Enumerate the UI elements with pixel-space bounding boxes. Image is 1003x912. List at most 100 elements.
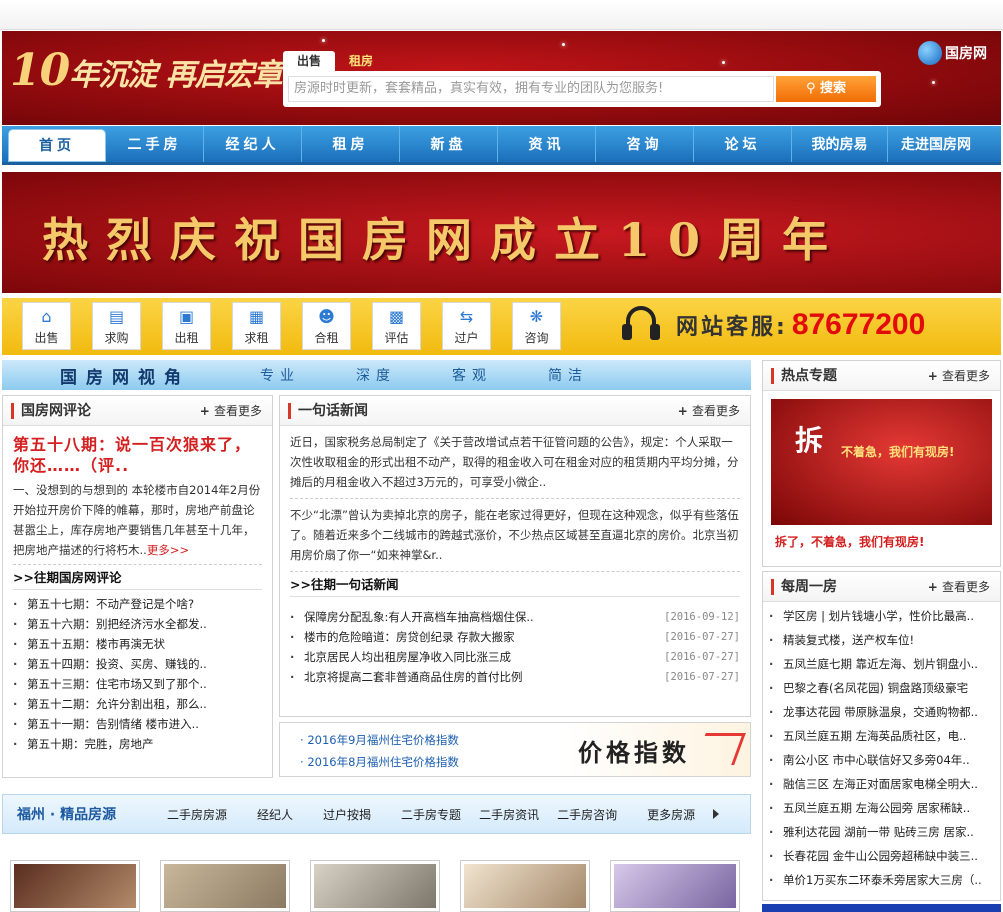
hot-topic-caption[interactable]: 拆了，不着急，我们有现房! [775, 533, 988, 550]
divider [290, 498, 740, 499]
list-item[interactable]: 学区房 | 划片钱塘小学，性价比最高.. [769, 604, 994, 628]
commentary-more-link[interactable]: 查看更多 [200, 402, 262, 419]
search-tab-sale[interactable]: 出售 [283, 51, 336, 71]
quick-transfer[interactable]: ⇆ 过户 [442, 302, 491, 350]
list-item[interactable]: 长春花园 金牛山公园旁超稀缺中装三.. [769, 844, 994, 868]
list-item[interactable]: 第五十期：完胜，房地产 [13, 734, 262, 754]
service-number: 87677200 [791, 308, 926, 341]
nav-my-house[interactable]: 我的房易 [792, 126, 888, 162]
fuzhou-link[interactable]: 二手房房源 [167, 806, 227, 823]
fuzhou-link[interactable]: 二手房资讯 [479, 806, 539, 823]
people-icon: ☻ [318, 307, 335, 326]
perspective-tag: 专业 [260, 368, 300, 384]
list-item[interactable]: 北京将提高二套非普通商品住房的首付比例[2016-07-27] [290, 667, 740, 687]
list-item[interactable]: 融信三区 左海正对面居家电梯全明大.. [769, 772, 994, 796]
nav-consult[interactable]: 咨询 [596, 126, 694, 162]
commentary-feature-title[interactable]: 第五十八期：说一百次狼来了，你还……（评.. [13, 434, 262, 476]
rent-out-icon: ▣ [178, 307, 195, 326]
list-item[interactable]: 第五十六期：别把经济污水全都发.. [13, 614, 262, 634]
quick-rent-out[interactable]: ▣ 出租 [162, 302, 211, 350]
slogan-text: 年沉淀 再启宏章 [69, 58, 282, 93]
price-index-box: 2016年9月福州住宅价格指数 2016年8月福州住宅价格指数 价格指数 [279, 722, 751, 777]
quick-evaluate[interactable]: ▩ 评估 [372, 302, 421, 350]
list-item[interactable]: 第五十五期：楼市再演无状 [13, 634, 262, 654]
quick-label: 合租 [314, 331, 339, 345]
quick-label: 咨询 [524, 331, 549, 345]
customer-service: 网站客服: 87677200 [620, 300, 925, 350]
news-past-list: 保障房分配乱象:有人开高档车抽高档烟住保..[2016-09-12] 楼市的危险… [290, 607, 740, 687]
list-item[interactable]: 五凤兰庭五期 左海公园旁 居家稀缺.. [769, 796, 994, 820]
list-item[interactable]: 巴黎之春(名凤花园) 铜盘路顶级豪宅 [769, 676, 994, 700]
list-item[interactable]: 五凤兰庭五期 左海英品质社区，电.. [769, 724, 994, 748]
news-more-link[interactable]: 查看更多 [678, 402, 740, 419]
listing-thumb[interactable] [10, 860, 140, 912]
list-item[interactable]: 单价1万买东二环泰禾旁居家大三房（.. [769, 868, 994, 892]
list-item[interactable]: 保障房分配乱象:有人开高档车抽高档烟住保..[2016-09-12] [290, 607, 740, 627]
list-item[interactable]: 雅利达花园 湖前一带 贴砖三房 居家.. [769, 820, 994, 844]
listing-thumb[interactable] [460, 860, 590, 912]
quick-label: 评估 [384, 331, 409, 345]
fuzhou-link[interactable]: 过户按揭 [323, 806, 371, 823]
quick-sell[interactable]: ⌂ 出售 [22, 302, 71, 350]
list-item[interactable]: 北京居民人均出租房屋净收入同比涨三成[2016-07-27] [290, 647, 740, 667]
anniversary-slogan: 10年沉淀 再启宏章 [10, 45, 283, 96]
anniversary-banner[interactable]: 热烈庆祝国房网成立10周年 [2, 172, 1001, 293]
fuzhou-link[interactable]: 更多房源 [647, 806, 695, 823]
quick-consult[interactable]: ❋ 咨询 [512, 302, 561, 350]
quick-label: 出售 [34, 331, 59, 345]
top-strip [0, 0, 1003, 30]
hot-topic-image[interactable]: 拆 不着急，我们有现房! [771, 399, 992, 525]
transfer-icon: ⇆ [459, 307, 474, 326]
list-item[interactable]: 第五十四期：投资、买房、赚钱的.. [13, 654, 262, 674]
fuzhou-link[interactable]: 二手房专题 [401, 806, 461, 823]
perspective-tag: 简洁 [548, 368, 588, 384]
listing-thumb[interactable] [310, 860, 440, 912]
chevron-right-icon[interactable] [713, 809, 720, 819]
search-box: 出售 租房 房源时时更新，套套精品，真实有效，拥有专业的团队为您服务! ⚲ 搜索 [283, 51, 881, 109]
quick-rent[interactable]: ▦ 求租 [232, 302, 281, 350]
nav-home[interactable]: 首页 [8, 129, 106, 162]
quick-buy[interactable]: ▤ 求购 [92, 302, 141, 350]
feature-body-text: 一、没想到的与想到的 本轮楼市自2014年2月份开始拉开房价下降的帷幕，那时，房… [13, 483, 261, 557]
quick-label: 求租 [244, 331, 269, 345]
fuzhou-link[interactable]: 经纪人 [257, 806, 293, 823]
list-item[interactable]: 五凤兰庭七期 靠近左海、划片铜盘小.. [769, 652, 994, 676]
nav-agents[interactable]: 经纪人 [204, 126, 302, 162]
listing-thumb[interactable] [160, 860, 290, 912]
list-item[interactable]: 精装复式楼，送产权车位! [769, 628, 994, 652]
nav-forum[interactable]: 论坛 [694, 126, 792, 162]
price-index-label: 价格指数 [578, 739, 690, 767]
search-inner: 房源时时更新，套套精品，真实有效，拥有专业的团队为您服务! ⚲ 搜索 [283, 71, 881, 107]
list-item[interactable]: 第五十三期：住宅市场又到了那个.. [13, 674, 262, 694]
search-button[interactable]: ⚲ 搜索 [776, 76, 876, 102]
nav-new[interactable]: 新盘 [400, 126, 498, 162]
news-box: 一句话新闻 查看更多 近日，国家税务总局制定了《关于营改增试点若干征管问题的公告… [279, 395, 751, 717]
search-input[interactable]: 房源时时更新，套套精品，真实有效，拥有专业的团队为您服务! [288, 76, 774, 102]
list-item[interactable]: 第五十二期：允许分割出租，那么.. [13, 694, 262, 714]
news-paragraph[interactable]: 不少“北漂”曾认为卖掉北京的房子，能在老家过得更好，但现在这种观念，似乎有些落伍… [290, 505, 740, 565]
nav-rent[interactable]: 租房 [302, 126, 400, 162]
quick-share[interactable]: ☻ 合租 [302, 302, 351, 350]
fuzhou-title: 福州 · 精品房源 [17, 807, 117, 823]
list-item[interactable]: 南公小区 市中心联信好又多旁04年.. [769, 748, 994, 772]
list-item[interactable]: 第五十七期：不动产登记是个啥? [13, 594, 262, 614]
banner-text: 热烈庆祝国房网成立10周年 [42, 213, 847, 267]
search-icon: ⚲ [805, 81, 816, 96]
hot-topics-more-link[interactable]: 查看更多 [928, 367, 990, 384]
fuzhou-link[interactable]: 二手房咨询 [557, 806, 617, 823]
feature-more-link[interactable]: 更多>> [147, 543, 189, 557]
list-item[interactable]: 楼市的危险暗道：房贷创纪录 存款大搬家[2016-07-27] [290, 627, 740, 647]
nav-news[interactable]: 资讯 [498, 126, 596, 162]
site-logo[interactable]: 国房网 [918, 41, 987, 65]
nav-about[interactable]: 走进国房网 [888, 126, 984, 162]
listing-thumb[interactable] [610, 860, 740, 912]
weekly-more-link[interactable]: 查看更多 [928, 578, 990, 595]
fuzhou-listings-bar: 福州 · 精品房源 二手房房源 经纪人 过户按揭 二手房专题 二手房资讯 二手房… [2, 794, 751, 834]
nav-second-hand[interactable]: 二手房 [106, 126, 204, 162]
search-tab-rent[interactable]: 租房 [335, 51, 387, 71]
list-item[interactable]: 第五十一期：告别情绪 楼市进入.. [13, 714, 262, 734]
list-item[interactable]: 龙事达花园 带原脉温泉，交通购物都.. [769, 700, 994, 724]
hot-topics-box: 热点专题 查看更多 拆 不着急，我们有现房! 拆了，不着急，我们有现房! [762, 360, 1001, 567]
sparkle [322, 39, 325, 42]
news-paragraph[interactable]: 近日，国家税务总局制定了《关于营改增试点若干征管问题的公告》，规定：个人采取一次… [290, 432, 740, 492]
